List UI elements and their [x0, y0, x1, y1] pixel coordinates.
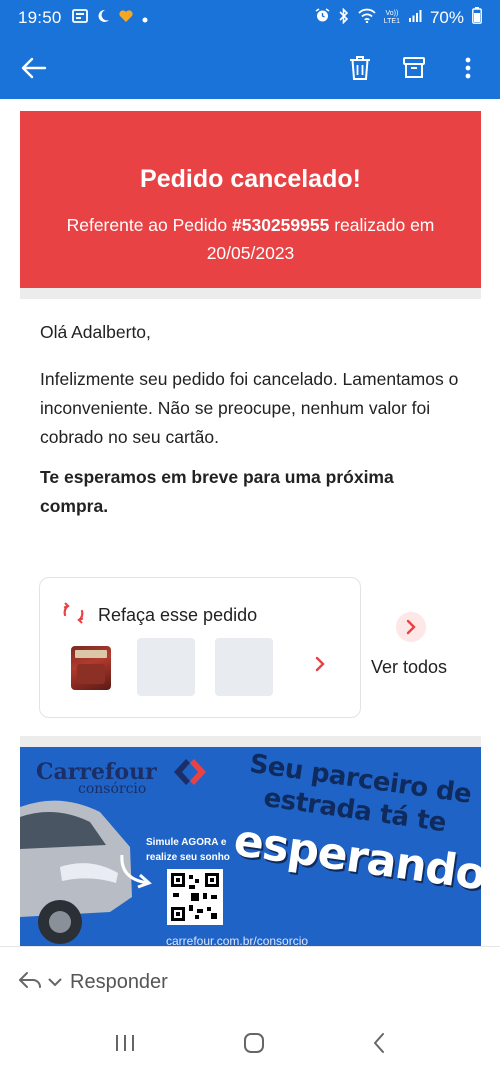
reply-label[interactable]: Responder [70, 971, 168, 994]
dot-icon [142, 8, 148, 28]
moon-icon [96, 8, 110, 28]
status-time: 19:50 [18, 8, 62, 27]
battery-icon [472, 7, 482, 29]
status-bar: 19:50 Vo)) LTE1 70% [0, 0, 500, 36]
signal-icon [408, 8, 422, 28]
system-nav-bar [0, 1018, 500, 1072]
ad-cta-line-2: realize seu sonho [146, 852, 230, 863]
more-vertical-icon[interactable] [452, 52, 484, 84]
message-text: Infelizmente seu pedido foi cancelado. L… [40, 369, 459, 447]
back-icon[interactable] [372, 1032, 386, 1059]
recent-apps-icon[interactable] [114, 1033, 136, 1058]
volte-label-bottom: LTE1 [383, 18, 400, 25]
product-placeholder [215, 638, 273, 696]
order-date: 20/05/2023 [206, 243, 295, 263]
ref-prefix: Referente ao Pedido [66, 215, 232, 235]
volte-label-top: Vo)) [385, 10, 399, 17]
ad-cta-line-1: Simule AGORA e [146, 837, 227, 848]
reorder-label: Refaça esse pedido [98, 605, 258, 625]
back-arrow-icon[interactable] [16, 50, 52, 86]
home-icon[interactable] [243, 1032, 265, 1059]
heart-icon [118, 8, 134, 28]
chevron-right-icon[interactable] [315, 656, 325, 677]
next-button[interactable] [396, 612, 426, 642]
reply-bar[interactable]: Responder [0, 946, 500, 1018]
refresh-icon [60, 600, 88, 631]
ref-suffix: realizado em [329, 215, 435, 235]
wifi-icon [358, 8, 376, 28]
ad-banner[interactable]: Carrefour consórcio Seu parceiro de estr… [20, 747, 481, 946]
closing-text: Te esperamos em breve para uma próxima c… [40, 467, 394, 516]
product-thumbnail[interactable] [71, 646, 111, 690]
order-number: #530259955 [232, 215, 330, 235]
ad-brand-sub: consórcio [78, 781, 147, 797]
product-placeholder [137, 638, 195, 696]
email-body: Pedido cancelado! Referente ao Pedido #5… [0, 99, 500, 946]
carrefour-logo-icon [174, 759, 206, 785]
alarm-icon [315, 8, 330, 28]
qr-code-icon [167, 869, 223, 925]
banner-reference: Referente ao Pedido #530259955 realizado… [56, 211, 445, 267]
bluetooth-icon [338, 7, 350, 29]
reply-icon[interactable] [18, 971, 42, 994]
banner-title: Pedido cancelado! [140, 165, 361, 193]
battery-text: 70% [429, 8, 464, 27]
volte-icon: Vo)) LTE1 [384, 10, 400, 26]
divider [20, 288, 481, 299]
greeting: Olá Adalberto, [40, 322, 151, 342]
reorder-card[interactable]: Refaça esse pedido [39, 577, 361, 718]
cancel-banner: Pedido cancelado! Referente ao Pedido #5… [20, 111, 481, 288]
delete-icon[interactable] [344, 52, 376, 84]
ad-cta: Simule AGORA e realize seu sonho [146, 835, 230, 865]
gallery-icon [71, 8, 88, 28]
see-all-link[interactable]: Ver todos [371, 657, 447, 678]
chevron-right-icon [406, 619, 416, 635]
archive-icon[interactable] [398, 52, 430, 84]
divider [20, 736, 481, 747]
chevron-down-icon[interactable] [48, 974, 62, 992]
app-bar [0, 36, 500, 99]
ad-url[interactable]: carrefour.com.br/consorcio [166, 934, 308, 946]
